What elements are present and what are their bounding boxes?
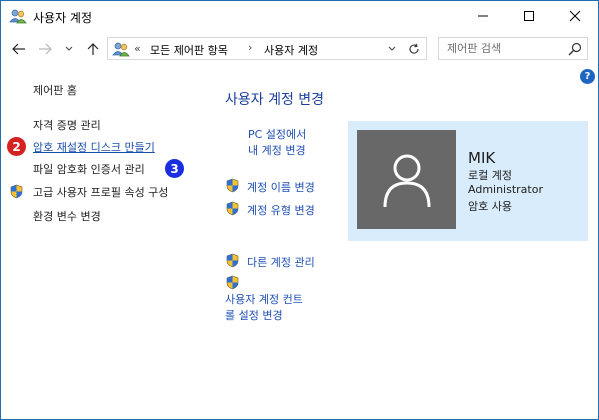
user-accounts-icon bbox=[9, 9, 27, 24]
account-role: Administrator bbox=[468, 183, 543, 196]
breadcrumb-separator[interactable]: › bbox=[248, 41, 252, 54]
search-icon[interactable] bbox=[567, 41, 583, 57]
window-title: 사용자 계정 bbox=[33, 11, 93, 25]
help-button[interactable]: ? bbox=[580, 69, 595, 84]
up-button[interactable] bbox=[83, 39, 103, 59]
uac-settings-link-line2[interactable]: 롤 설정 변경 bbox=[225, 307, 283, 323]
manage-another-account-link[interactable]: 다른 계정 관리 bbox=[247, 254, 315, 270]
back-button[interactable] bbox=[9, 39, 29, 59]
arrow-left-icon bbox=[12, 43, 25, 55]
account-type: 로컬 계정 bbox=[468, 169, 512, 182]
chevron-down-icon bbox=[65, 46, 73, 51]
arrow-up-icon bbox=[87, 43, 99, 55]
arrow-right-icon bbox=[39, 43, 52, 55]
page-title: 사용자 계정 변경 bbox=[225, 92, 325, 108]
uac-shield-icon bbox=[226, 275, 239, 290]
pc-settings-link-line2[interactable]: 내 계정 변경 bbox=[248, 142, 306, 158]
control-panel-home-link[interactable]: 제어판 홈 bbox=[33, 82, 77, 98]
search-input[interactable] bbox=[439, 38, 563, 59]
recent-locations-button[interactable] bbox=[59, 39, 79, 59]
minimize-icon bbox=[478, 15, 488, 17]
environment-variables-link[interactable]: 환경 변수 변경 bbox=[33, 208, 101, 224]
file-encryption-certificates-link[interactable]: 파일 암호화 인증서 관리 bbox=[33, 161, 145, 177]
address-dropdown-button[interactable] bbox=[384, 41, 400, 57]
chevron-down-icon bbox=[388, 46, 396, 51]
avatar bbox=[357, 130, 456, 229]
user-silhouette-icon bbox=[383, 154, 430, 207]
refresh-icon bbox=[409, 43, 419, 54]
account-card: MIK 로컬 계정 Administrator 암호 사용 bbox=[348, 121, 588, 241]
address-toolbar: « 모든 제어판 항목 › 사용자 계정 bbox=[1, 32, 598, 66]
change-account-name-link[interactable]: 계정 이름 변경 bbox=[247, 179, 315, 195]
maximize-button[interactable] bbox=[506, 1, 552, 31]
annotation-badge-2: 2 bbox=[7, 137, 26, 156]
advanced-profile-properties-link[interactable]: 고급 사용자 프로필 속성 구성 bbox=[33, 184, 168, 200]
uac-shield-icon bbox=[226, 253, 239, 268]
annotation-badge-3: 3 bbox=[165, 159, 184, 178]
uac-shield-icon bbox=[226, 201, 239, 216]
credential-manager-link[interactable]: 자격 증명 관리 bbox=[33, 117, 101, 133]
minimize-button[interactable] bbox=[460, 1, 506, 31]
breadcrumb-overflow[interactable]: « bbox=[134, 42, 141, 55]
uac-shield-icon bbox=[226, 178, 239, 193]
uac-shield-icon bbox=[10, 184, 23, 199]
title-bar: 사용자 계정 bbox=[1, 1, 598, 32]
password-reset-disk-link[interactable]: 암호 재설정 디스크 만들기 bbox=[33, 139, 155, 155]
address-bar[interactable]: « 모든 제어판 항목 › 사용자 계정 bbox=[107, 37, 427, 60]
pc-settings-link-line1[interactable]: PC 설정에서 bbox=[248, 126, 306, 142]
maximize-icon bbox=[524, 11, 534, 21]
control-panel-window: 사용자 계정 « 모든 제어판 항목 › 사용자 계정 제어판 검색 ? 제어판… bbox=[0, 0, 599, 420]
change-account-type-link[interactable]: 계정 유형 변경 bbox=[247, 202, 315, 218]
breadcrumb-user-accounts[interactable]: 사용자 계정 bbox=[264, 42, 318, 58]
account-name: MIK bbox=[468, 149, 496, 167]
password-status: 암호 사용 bbox=[468, 200, 512, 213]
close-button[interactable] bbox=[552, 1, 598, 31]
control-panel-icon bbox=[112, 42, 130, 57]
forward-button[interactable] bbox=[35, 39, 55, 59]
uac-settings-link-line1[interactable]: 사용자 계정 컨트 bbox=[225, 291, 303, 307]
refresh-button[interactable] bbox=[406, 41, 422, 57]
breadcrumb-all-items[interactable]: 모든 제어판 항목 bbox=[150, 42, 228, 58]
close-icon bbox=[569, 10, 581, 22]
search-box[interactable] bbox=[438, 37, 588, 60]
